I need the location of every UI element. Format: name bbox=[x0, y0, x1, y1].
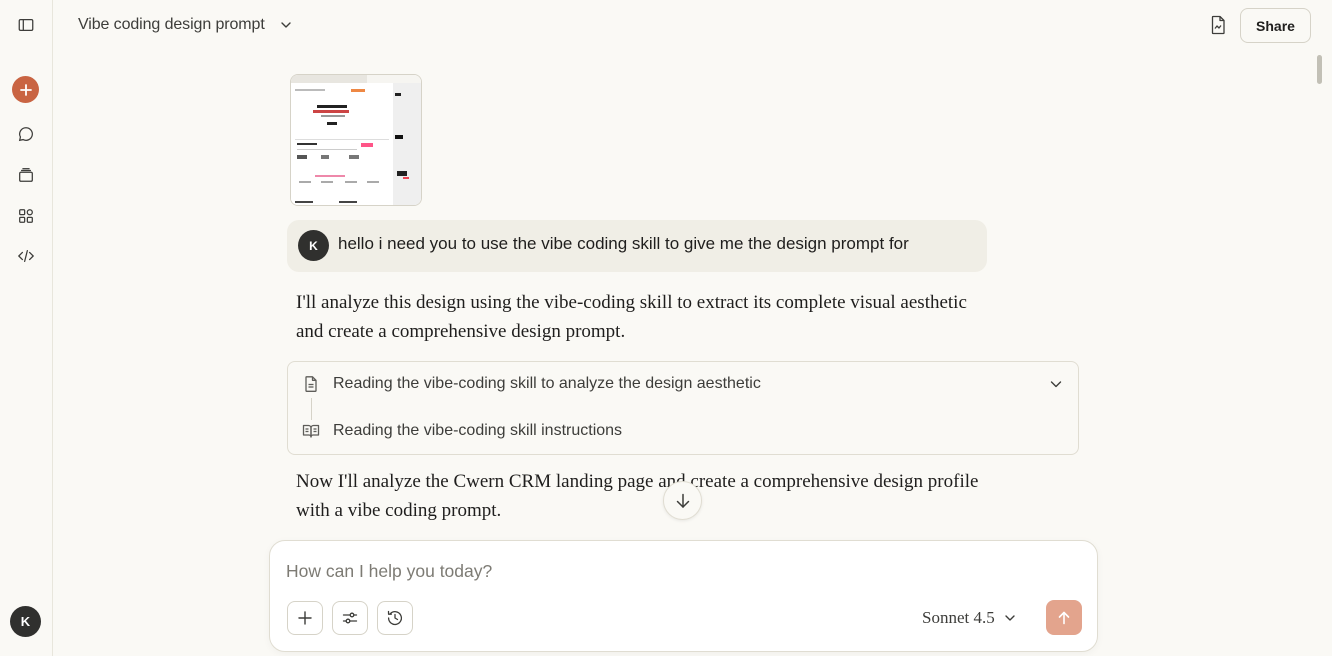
user-message-text: hello i need you to use the vibe coding … bbox=[338, 234, 909, 253]
user-message-avatar: K bbox=[298, 230, 329, 261]
chevron-down-icon bbox=[1005, 615, 1015, 621]
projects-icon bbox=[19, 168, 33, 182]
share-button[interactable]: Share bbox=[1240, 8, 1311, 43]
artifacts-button[interactable] bbox=[9, 199, 43, 233]
document-icon[interactable] bbox=[1207, 14, 1229, 36]
assistant-text-line: I'll analyze this design using the vibe-… bbox=[296, 292, 967, 313]
history-button[interactable] bbox=[377, 601, 413, 635]
plus-icon bbox=[298, 611, 312, 625]
artifacts-icon bbox=[19, 209, 33, 223]
scroll-to-bottom-button[interactable] bbox=[663, 481, 702, 520]
code-icon bbox=[18, 249, 34, 263]
tool-step-label: Reading the vibe-coding skill instructio… bbox=[333, 422, 623, 439]
tool-step-label: Reading the vibe-coding skill to analyze… bbox=[333, 375, 761, 392]
message-input[interactable] bbox=[286, 557, 1076, 585]
chats-button[interactable] bbox=[9, 117, 43, 151]
tool-step-read-skill: Reading the vibe-coding skill to analyze… bbox=[302, 375, 761, 393]
arrow-down-icon bbox=[676, 493, 689, 508]
user-avatar[interactable]: K bbox=[10, 606, 41, 637]
user-message: K hello i need you to use the vibe codin… bbox=[287, 220, 987, 272]
send-button[interactable] bbox=[1046, 600, 1082, 635]
plus-icon bbox=[19, 83, 32, 96]
sidebar: K bbox=[0, 0, 53, 656]
sliders-icon bbox=[342, 612, 358, 624]
tools-settings-button[interactable] bbox=[332, 601, 368, 635]
assistant-text-line: and create a comprehensive design prompt… bbox=[296, 321, 626, 342]
tool-step-connector bbox=[311, 398, 312, 420]
chat-title: Vibe coding design prompt bbox=[78, 16, 265, 33]
book-icon bbox=[302, 424, 320, 438]
arrow-up-icon bbox=[1058, 611, 1070, 624]
attached-image-thumbnail[interactable] bbox=[290, 74, 422, 206]
assistant-message-intro: I'll analyze this design using the vibe-… bbox=[296, 288, 1056, 346]
sidebar-toggle-icon bbox=[18, 18, 34, 32]
code-button[interactable] bbox=[9, 239, 43, 273]
message-composer: Sonnet 4.5 bbox=[269, 540, 1098, 652]
chevron-down-icon bbox=[280, 22, 291, 28]
attached-image-preview bbox=[291, 75, 421, 205]
chat-bubble-icon bbox=[18, 127, 33, 142]
projects-button[interactable] bbox=[9, 158, 43, 192]
tool-step-instructions: Reading the vibe-coding skill instructio… bbox=[302, 422, 622, 440]
model-name: Sonnet 4.5 bbox=[922, 608, 995, 627]
sidebar-toggle-button[interactable] bbox=[9, 8, 43, 42]
add-attachment-button[interactable] bbox=[287, 601, 323, 635]
scrollbar-thumb[interactable] bbox=[1317, 55, 1322, 84]
new-chat-button[interactable] bbox=[12, 76, 39, 103]
chat-title-dropdown[interactable]: Vibe coding design prompt bbox=[70, 9, 301, 41]
clock-history-icon bbox=[387, 610, 403, 626]
model-selector[interactable]: Sonnet 4.5 bbox=[922, 605, 1017, 631]
tool-activity-panel[interactable]: Reading the vibe-coding skill to analyze… bbox=[287, 361, 1079, 455]
document-icon bbox=[305, 376, 317, 392]
chevron-down-icon[interactable] bbox=[1048, 376, 1064, 392]
scrollbar[interactable] bbox=[1313, 50, 1327, 656]
